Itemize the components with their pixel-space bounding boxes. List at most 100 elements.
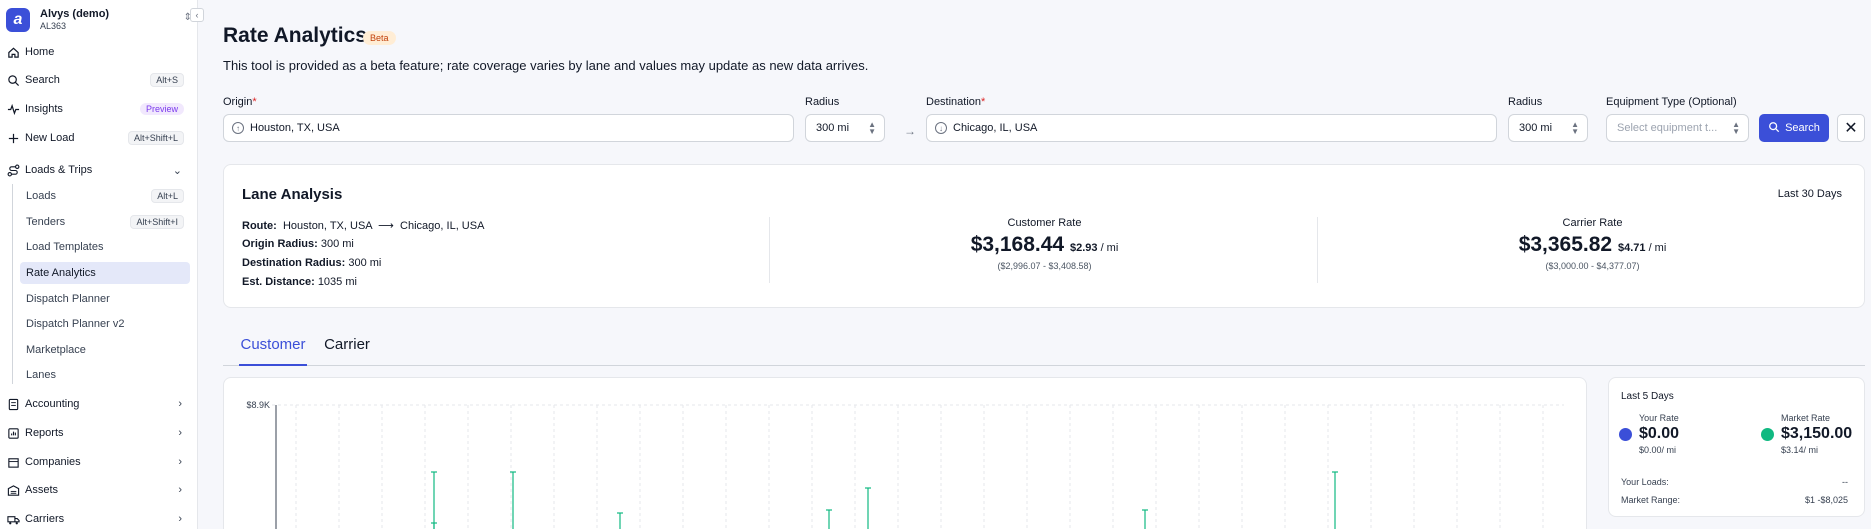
market-range-bars (431, 471, 1338, 529)
sidebar: a Alvys (demo) AL363 ⇕ Home Search Alt+S… (0, 0, 198, 529)
your-loads-value: -- (1842, 477, 1848, 487)
dest-radius-value: 300 mi (1519, 122, 1553, 134)
your-loads-row: Your Loads: -- (1621, 477, 1848, 487)
nav-marketplace[interactable]: Marketplace (20, 339, 190, 361)
clear-button[interactable]: ✕ (1837, 114, 1865, 142)
nav-companies-label: Companies (25, 456, 81, 468)
dest-radius-label: Radius (1508, 96, 1543, 108)
nav-new-load[interactable]: New Load Alt+Shift+L (0, 126, 198, 150)
tenders-shortcut: Alt+Shift+I (130, 215, 184, 229)
carrier-per-mile-unit: / mi (1648, 242, 1667, 254)
submenu-guide (12, 184, 13, 384)
rate-tabs: Customer Carrier (223, 336, 1865, 366)
chevron-right-icon: › (178, 484, 182, 496)
nav-companies[interactable]: Companies › (0, 450, 198, 474)
distance-key: Est. Distance: (242, 276, 315, 288)
carrier-per-mile-value: $4.71 (1617, 242, 1646, 254)
warehouse-icon (6, 483, 20, 497)
lane-period: Last 30 Days (1777, 188, 1842, 200)
search-icon (6, 73, 20, 87)
lane-title: Lane Analysis (242, 186, 343, 203)
page-title: Rate Analytics (223, 24, 367, 47)
building-icon (6, 455, 20, 469)
destination-input[interactable]: ↓ Chicago, IL, USA (926, 114, 1497, 142)
arrow-up-circle-icon: ↑ (232, 122, 244, 134)
nav-carriers[interactable]: Carriers › (0, 507, 198, 529)
market-range-value: $1 -$8,025 (1804, 495, 1848, 505)
lane-analysis-card: Lane Analysis Last 30 Days Route: Housto… (223, 164, 1865, 308)
dest-radius-row: Destination Radius: 300 mi (242, 257, 381, 269)
market-range-row: Market Range: $1 -$8,025 (1621, 495, 1848, 505)
arrow-down-circle-icon: ↓ (935, 122, 947, 134)
nav-accounting-label: Accounting (25, 398, 80, 410)
search-shortcut: Alt+S (150, 73, 184, 87)
your-rate-dot (1619, 427, 1632, 441)
nav-loads-trips[interactable]: Loads & Trips ⌄ (0, 158, 198, 182)
receipt-icon (6, 397, 20, 411)
nav-search-label: Search (25, 74, 60, 86)
search-button-label: Search (1785, 122, 1820, 134)
nav-loads-label: Loads (26, 190, 56, 202)
distance-row: Est. Distance: 1035 mi (242, 276, 357, 288)
tab-customer[interactable]: Customer (239, 336, 307, 366)
required-marker: * (981, 96, 986, 108)
nav-home[interactable]: Home (0, 40, 198, 64)
dest-radius-val: 300 mi (348, 257, 382, 269)
search-button[interactable]: Search (1759, 114, 1829, 142)
distance-val: 1035 mi (317, 276, 357, 288)
plus-icon (6, 131, 20, 145)
nav-tenders-label: Tenders (26, 216, 66, 228)
nav-loads[interactable]: Loads Alt+L (20, 185, 190, 207)
home-icon (6, 45, 20, 59)
nav-insights[interactable]: Insights Preview (0, 97, 198, 121)
chevron-right-icon: › (178, 398, 182, 410)
nav-dispatch-planner[interactable]: Dispatch Planner (20, 288, 190, 310)
origin-input[interactable]: ↑ Houston, TX, USA (223, 114, 794, 142)
your-rate-value: $0.00 (1639, 425, 1680, 442)
nav-load-templates-label: Load Templates (26, 241, 104, 253)
nav-rate-analytics[interactable]: Rate Analytics (20, 262, 190, 284)
chevron-down-icon: ⌄ (172, 164, 182, 177)
carrier-rate-label: Carrier Rate (1562, 217, 1623, 229)
nav-tenders[interactable]: Tenders Alt+Shift+I (20, 211, 190, 233)
page-subtitle: This tool is provided as a beta feature;… (223, 58, 869, 73)
customer-rate-range: ($2,996.07 - $3,408.58) (997, 261, 1092, 271)
collapse-sidebar-button[interactable]: ‹ (190, 8, 204, 22)
org-switcher[interactable]: a Alvys (demo) AL363 ⇕ (6, 6, 192, 34)
chevron-right-icon: › (178, 427, 182, 439)
market-rate-per-mile: $3.14/ mi (1781, 445, 1819, 455)
chevron-updown-icon: ▲ ▼ (1571, 120, 1579, 136)
customer-per-mile: $2.93 / mi (1070, 242, 1118, 254)
nav-dispatch-planner-v2[interactable]: Dispatch Planner v2 (20, 313, 190, 335)
route-row: Route: Houston, TX, USA ⟶ Chicago, IL, U… (242, 219, 484, 232)
route-origin: Houston, TX, USA (282, 220, 373, 232)
nav-dispatch-planner-label: Dispatch Planner (26, 293, 110, 305)
close-icon: ✕ (1844, 120, 1858, 137)
origin-radius-select[interactable]: 300 mi ▲ ▼ (805, 114, 885, 142)
nav-reports[interactable]: Reports › (0, 421, 198, 445)
tab-carrier[interactable]: Carrier (321, 336, 373, 366)
origin-radius-key: Origin Radius: (242, 238, 318, 250)
market-rate: Market Rate $3,150.00 $3.14/ mi (1761, 413, 1852, 455)
summary-title: Last 5 Days (1621, 391, 1674, 402)
equipment-select[interactable]: Select equipment t... ▲ ▼ (1606, 114, 1749, 142)
nav-insights-label: Insights (25, 103, 63, 115)
your-rate-label: Your Rate (1639, 413, 1679, 423)
nav-accounting[interactable]: Accounting › (0, 392, 198, 416)
nav-lanes[interactable]: Lanes (20, 364, 190, 386)
nav-assets[interactable]: Assets › (0, 478, 198, 502)
destination-label: Destination* (926, 96, 985, 108)
destination-value: Chicago, IL, USA (953, 122, 1038, 134)
origin-label-text: Origin (223, 96, 253, 108)
dest-radius-select[interactable]: 300 mi ▲ ▼ (1508, 114, 1588, 142)
route-destination: Chicago, IL, USA (400, 220, 485, 232)
nav-search[interactable]: Search Alt+S (0, 68, 198, 92)
market-rate-value: $3,150.00 (1781, 425, 1853, 442)
market-rate-label: Market Rate (1781, 413, 1831, 423)
loads-shortcut: Alt+L (151, 189, 184, 203)
carrier-rate-value: $3,365.82 (1518, 233, 1613, 256)
origin-radius-val: 300 mi (320, 238, 354, 250)
chevron-updown-icon: ▲ ▼ (868, 120, 876, 136)
org-logo: a (6, 8, 30, 32)
nav-load-templates[interactable]: Load Templates (20, 236, 190, 258)
